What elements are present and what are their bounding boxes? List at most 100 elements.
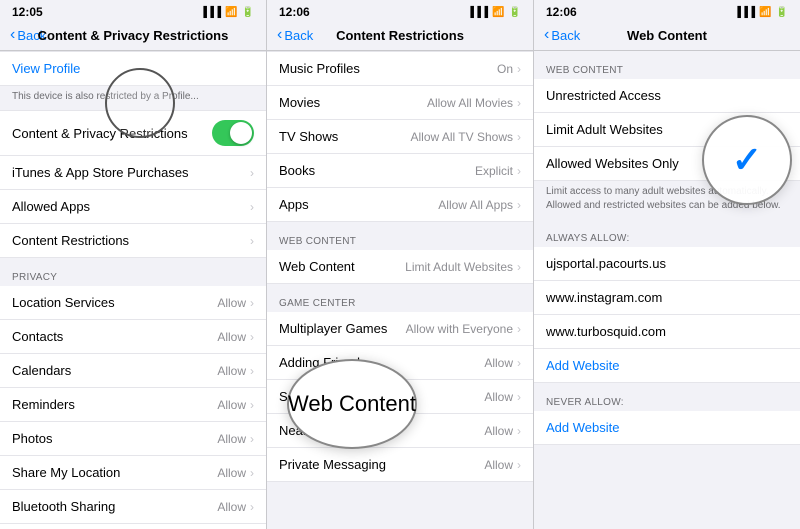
reminders-label: Reminders <box>12 397 75 412</box>
wifi-icon: 📶 <box>225 7 237 18</box>
status-icons-2: ▐▐▐ 📶 🔋 <box>467 7 521 18</box>
view-profile-link[interactable]: View Profile <box>12 61 80 76</box>
reminders-chevron: › <box>250 398 254 412</box>
content-restrictions-item[interactable]: Content Restrictions › <box>0 224 266 258</box>
share-location-right: Allow› <box>217 466 254 480</box>
add-website-2-label[interactable]: Add Website <box>546 420 619 435</box>
screen-recording-item[interactable]: Screen Recording Allow› <box>267 380 533 414</box>
music-profiles-item[interactable]: Music Profiles On› <box>267 51 533 86</box>
contacts-right: Allow› <box>217 330 254 344</box>
nearby-multiplayer-label: Nearby Multiplayer <box>279 423 387 438</box>
pacourts-item: ujsportal.pacourts.us <box>534 247 800 281</box>
toggle-label: Content & Privacy Restrictions <box>12 126 204 141</box>
adding-friends-label: Adding Friends <box>279 355 366 370</box>
photos-item[interactable]: Photos Allow› <box>0 422 266 456</box>
allowed-websites-label: Allowed Websites Only <box>546 156 679 171</box>
wifi-icon-3: 📶 <box>759 7 771 18</box>
location-chevron: › <box>250 296 254 310</box>
instagram-label: www.instagram.com <box>546 290 662 305</box>
music-profiles-label: Music Profiles <box>279 61 360 76</box>
battery-icon-3: 🔋 <box>776 7 788 18</box>
game-center-section-label: GAME CENTER <box>267 284 533 312</box>
contacts-item[interactable]: Contacts Allow› <box>0 320 266 354</box>
add-website-1-item[interactable]: Add Website <box>534 349 800 383</box>
calendars-right: Allow› <box>217 364 254 378</box>
private-messaging-right: Allow› <box>484 458 521 472</box>
nav-title-3: Web Content <box>627 28 707 43</box>
nav-title-2: Content Restrictions <box>336 28 464 43</box>
share-location-chevron: › <box>250 466 254 480</box>
movies-item[interactable]: Movies Allow All Movies› <box>267 86 533 120</box>
panel-web-content: 12:06 ▐▐▐ 📶 🔋 ‹ Back Web Content WEB CON… <box>534 0 800 529</box>
photos-right: Allow› <box>217 432 254 446</box>
add-website-2-item[interactable]: Add Website <box>534 411 800 445</box>
bluetooth-item[interactable]: Bluetooth Sharing Allow› <box>0 490 266 524</box>
signal-icon-3: ▐▐▐ <box>734 7 755 18</box>
content-privacy-toggle[interactable] <box>212 120 254 146</box>
tv-shows-item[interactable]: TV Shows Allow All TV Shows› <box>267 120 533 154</box>
bluetooth-chevron: › <box>250 500 254 514</box>
itunes-right: › <box>250 166 254 180</box>
turbosquid-label: www.turbosquid.com <box>546 324 666 339</box>
reminders-item[interactable]: Reminders Allow› <box>0 388 266 422</box>
calendars-chevron: › <box>250 364 254 378</box>
microphone-item[interactable]: Microphone Allow› <box>0 524 266 529</box>
adding-friends-item[interactable]: Adding Friends Allow› <box>267 346 533 380</box>
multiplayer-games-item[interactable]: Multiplayer Games Allow with Everyone› <box>267 312 533 346</box>
music-profiles-right: On› <box>497 62 521 76</box>
friends-chevron: › <box>517 356 521 370</box>
itunes-chevron: › <box>250 166 254 180</box>
nearby-multiplayer-item[interactable]: Nearby Multiplayer Allow› <box>267 414 533 448</box>
location-label: Location Services <box>12 295 115 310</box>
content-restrictions-label: Content Restrictions <box>12 233 129 248</box>
unrestricted-access-label: Unrestricted Access <box>546 88 661 103</box>
status-icons-3: ▐▐▐ 📶 🔋 <box>734 7 788 18</box>
web-content-desc: Limit access to many adult websites auto… <box>534 181 800 219</box>
unrestricted-access-item[interactable]: Unrestricted Access <box>534 79 800 113</box>
content-restrictions-right: › <box>250 234 254 248</box>
always-allow-label: ALWAYS ALLOW: <box>534 219 800 247</box>
status-time-1: 12:05 <box>12 5 43 19</box>
contacts-label: Contacts <box>12 329 63 344</box>
tv-shows-label: TV Shows <box>279 129 338 144</box>
adding-friends-right: Allow› <box>484 356 521 370</box>
status-bar-2: 12:06 ▐▐▐ 📶 🔋 <box>267 0 533 22</box>
web-content-options-label: WEB CONTENT <box>534 51 800 79</box>
itunes-label: iTunes & App Store Purchases <box>12 165 189 180</box>
wifi-icon-2: 📶 <box>492 7 504 18</box>
itunes-item[interactable]: iTunes & App Store Purchases › <box>0 156 266 190</box>
calendars-label: Calendars <box>12 363 71 378</box>
books-item[interactable]: Books Explicit› <box>267 154 533 188</box>
allowed-apps-label: Allowed Apps <box>12 199 90 214</box>
movies-label: Movies <box>279 95 320 110</box>
back-button-2[interactable]: ‹ Back <box>277 26 313 44</box>
add-website-1-label[interactable]: Add Website <box>546 358 619 373</box>
toggle-knob <box>230 122 252 144</box>
back-label-2: Back <box>284 28 313 43</box>
web-content-right: Limit Adult Websites› <box>405 260 521 274</box>
location-services-item[interactable]: Location Services Allow› <box>0 286 266 320</box>
apps-item[interactable]: Apps Allow All Apps› <box>267 188 533 222</box>
web-content-item[interactable]: Web Content Limit Adult Websites› <box>267 250 533 284</box>
allowed-apps-item[interactable]: Allowed Apps › <box>0 190 266 224</box>
share-location-item[interactable]: Share My Location Allow› <box>0 456 266 490</box>
private-messaging-item[interactable]: Private Messaging Allow› <box>267 448 533 482</box>
limit-adult-item[interactable]: Limit Adult Websites <box>534 113 800 147</box>
back-arrow-3: ‹ <box>544 26 549 44</box>
back-button-3[interactable]: ‹ Back <box>544 26 580 44</box>
back-label-3: Back <box>551 28 580 43</box>
web-content-label: Web Content <box>279 259 355 274</box>
status-bar-1: 12:05 ▐▐▐ 📶 🔋 <box>0 0 266 22</box>
music-chevron: › <box>517 62 521 76</box>
view-profile-item[interactable]: View Profile <box>0 51 266 86</box>
books-chevron: › <box>517 164 521 178</box>
nav-title-1: Content & Privacy Restrictions <box>38 28 229 43</box>
bluetooth-right: Allow› <box>217 500 254 514</box>
allowed-websites-item[interactable]: Allowed Websites Only <box>534 147 800 181</box>
books-right: Explicit› <box>475 164 521 178</box>
tv-shows-right: Allow All TV Shows› <box>411 130 522 144</box>
calendars-item[interactable]: Calendars Allow› <box>0 354 266 388</box>
reminders-right: Allow› <box>217 398 254 412</box>
content-restrictions-chevron: › <box>250 234 254 248</box>
nearby-chevron: › <box>517 424 521 438</box>
